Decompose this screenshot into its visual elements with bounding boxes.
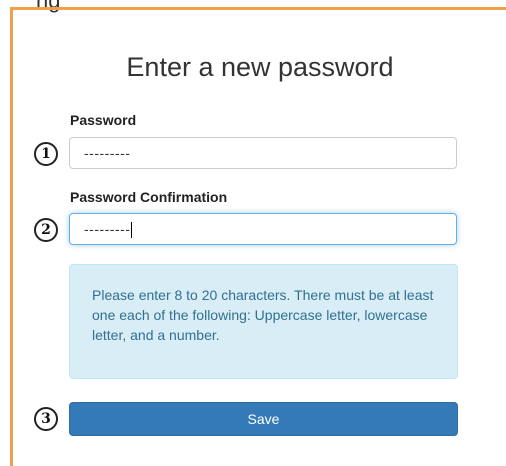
password-confirmation-input-value: ---------: [84, 221, 131, 237]
password-confirmation-label: Password Confirmation: [70, 189, 228, 205]
password-input[interactable]: ---------: [69, 137, 457, 169]
password-requirements-alert: Please enter 8 to 20 characters. There m…: [69, 264, 458, 379]
password-label: Password: [70, 112, 137, 128]
page-title: Enter a new password: [126, 52, 394, 82]
text-caret: [131, 222, 133, 239]
step-1-badge: 1: [34, 142, 58, 166]
save-button[interactable]: Save: [69, 402, 458, 436]
password-confirmation-input[interactable]: ---------: [69, 213, 457, 245]
accent-border-top: [10, 7, 506, 10]
step-2-badge: 2: [34, 218, 58, 242]
password-input-value: ---------: [84, 145, 131, 161]
password-requirements-text: Please enter 8 to 20 characters. There m…: [92, 287, 434, 343]
page-frame: ng Enter a new password Password 1 -----…: [0, 0, 506, 466]
accent-border-left: [10, 7, 13, 466]
step-3-badge: 3: [34, 407, 58, 431]
